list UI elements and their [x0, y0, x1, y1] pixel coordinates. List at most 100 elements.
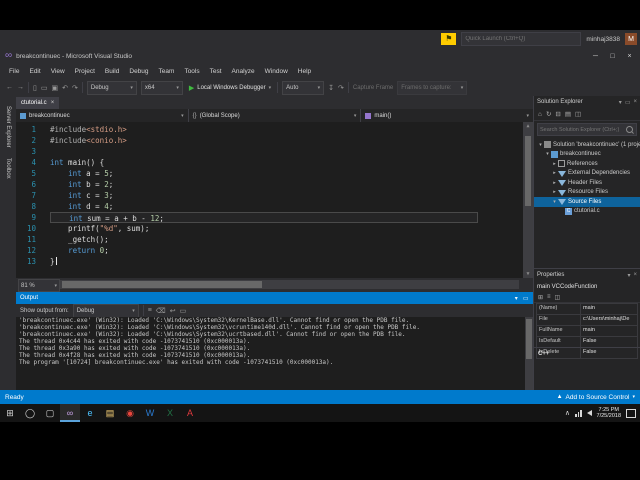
tree-item-external-dependencies[interactable]: ▸ External Dependencies: [534, 169, 640, 179]
tree-expander-icon[interactable]: ▸: [551, 161, 558, 167]
close-panel-icon[interactable]: ×: [633, 99, 637, 105]
add-to-source-control-button[interactable]: ▲ Add to Source Control ▾: [557, 394, 635, 401]
tree-expander-icon[interactable]: ▾: [537, 142, 544, 148]
task-view-icon[interactable]: ▢: [40, 404, 60, 422]
code-line[interactable]: int c = 3;: [50, 190, 521, 201]
open-file-icon[interactable]: ▭: [41, 84, 48, 92]
home-icon[interactable]: ⌂: [538, 111, 542, 118]
property-row[interactable]: (Name) main: [537, 304, 637, 315]
property-row[interactable]: FullName main: [537, 326, 637, 337]
output-source-dropdown[interactable]: Debug ▾: [72, 303, 139, 318]
tree-expander-icon[interactable]: ▾: [544, 151, 551, 157]
capture-frame-label[interactable]: Capture Frame: [353, 85, 393, 91]
menu-tools[interactable]: Tools: [179, 68, 204, 75]
code-line[interactable]: [50, 146, 521, 157]
scrollbar-thumb[interactable]: [525, 136, 531, 206]
redo-icon[interactable]: ↷: [72, 84, 78, 92]
action-center-icon[interactable]: [626, 408, 636, 418]
visual-studio-icon[interactable]: ∞: [60, 404, 80, 422]
find-message-icon[interactable]: ≡: [148, 307, 152, 314]
code-editor[interactable]: 1 2 3 4 5 6 7 8 9 10 11 12 13 #include<stdio.h> #incl…: [16, 122, 533, 278]
code-line[interactable]: int sum = a + b - 12;: [50, 212, 478, 223]
zoom-dropdown[interactable]: 81 % ▾: [18, 279, 60, 292]
property-row[interactable]: File c:\Users\minhaj\De: [537, 315, 637, 326]
edge-icon[interactable]: e: [80, 404, 100, 422]
tree-item-solution-breakcontinuec-1-project[interactable]: ▾ Solution 'breakcontinuec' (1 project): [534, 140, 640, 150]
menu-debug[interactable]: Debug: [124, 68, 153, 75]
server-explorer-tab[interactable]: Server Explorer: [5, 106, 11, 148]
solution-configurations-dropdown[interactable]: Debug ▾: [86, 80, 137, 95]
user-avatar[interactable]: M: [625, 33, 637, 45]
excel-icon[interactable]: X: [160, 404, 180, 422]
code-line[interactable]: #include<stdio.h>: [50, 124, 521, 135]
scroll-up-icon[interactable]: ▲: [523, 123, 533, 129]
menu-file[interactable]: File: [4, 68, 24, 75]
start-button[interactable]: ⊞: [0, 404, 20, 422]
auto-dropdown[interactable]: Auto ▾: [282, 80, 325, 95]
clear-all-icon[interactable]: ⌫: [156, 307, 166, 315]
code-area[interactable]: #include<stdio.h> #include<conio.h> int ma…: [50, 124, 521, 267]
signed-in-user[interactable]: minhaj3838: [586, 36, 620, 43]
property-value[interactable]: False: [581, 337, 637, 347]
step-into-icon[interactable]: ↧: [328, 84, 334, 92]
word-icon[interactable]: W: [140, 404, 160, 422]
cortana-icon[interactable]: ◯: [20, 404, 40, 422]
tree-item-resource-files[interactable]: ▸ Resource Files: [534, 188, 640, 198]
menu-team[interactable]: Team: [154, 68, 180, 75]
solution-explorer-header[interactable]: Solution Explorer ▾ ▭ ×: [534, 96, 640, 108]
maximize-button[interactable]: □: [604, 50, 621, 63]
close-panel-icon[interactable]: ×: [633, 272, 637, 278]
editor-vertical-scrollbar[interactable]: ▲ ▼: [523, 122, 533, 278]
navigate-back-icon[interactable]: ←: [6, 84, 13, 91]
tree-item-ctutorial-c[interactable]: Cctutorial.c: [534, 207, 640, 217]
code-line[interactable]: #include<conio.h>: [50, 135, 521, 146]
navigate-forward-icon[interactable]: →: [17, 84, 24, 91]
scroll-down-icon[interactable]: ▼: [523, 271, 533, 277]
window-position-icon[interactable]: ▾: [627, 272, 630, 279]
new-file-icon[interactable]: ▯: [33, 84, 37, 92]
property-value[interactable]: c:\Users\minhaj\De: [581, 315, 637, 325]
menu-project[interactable]: Project: [70, 68, 100, 75]
network-icon[interactable]: [575, 409, 582, 417]
close-button[interactable]: ×: [621, 50, 638, 63]
pin-icon[interactable]: ▭: [625, 99, 631, 106]
tree-item-header-files[interactable]: ▸ Header Files: [534, 178, 640, 188]
solution-search-box[interactable]: [537, 123, 637, 136]
solution-search-input[interactable]: [538, 126, 626, 133]
property-value[interactable]: main: [581, 304, 637, 314]
scope-dropdown[interactable]: {} (Global Scope) ▾: [189, 109, 362, 122]
property-value[interactable]: main: [581, 326, 637, 336]
properties-object[interactable]: main VCCodeFunction: [534, 281, 640, 292]
scrollbar-thumb[interactable]: [62, 281, 262, 288]
collapse-all-icon[interactable]: ⊟: [555, 110, 560, 118]
project-dropdown[interactable]: breakcontinuec ▾: [16, 109, 189, 122]
pin-icon[interactable]: ▭: [523, 295, 529, 302]
frames-to-capture-dropdown[interactable]: Frames to capture: ▾: [397, 80, 468, 95]
quick-launch-input[interactable]: [461, 32, 582, 46]
refresh-icon[interactable]: ↻: [546, 110, 551, 118]
tree-expander-icon[interactable]: ▸: [551, 180, 558, 186]
properties-icon[interactable]: ◫: [575, 110, 581, 118]
word-wrap-icon[interactable]: ↩: [170, 307, 176, 315]
output-panel-header[interactable]: Output ▾ ▭ ×: [16, 292, 541, 304]
menu-edit[interactable]: Edit: [24, 68, 45, 75]
file-explorer-icon[interactable]: ▤: [100, 404, 120, 422]
alphabetical-icon[interactable]: ≡: [547, 294, 551, 300]
volume-icon[interactable]: [586, 410, 592, 416]
code-line[interactable]: _getch();: [50, 234, 521, 245]
hidden-icons-arrow-icon[interactable]: ∧: [565, 409, 570, 417]
menu-help[interactable]: Help: [293, 68, 316, 75]
tree-item-breakcontinuec[interactable]: ▾ breakcontinuec: [534, 150, 640, 160]
tree-expander-icon[interactable]: ▸: [551, 170, 558, 176]
undo-icon[interactable]: ↶: [62, 84, 68, 92]
close-tab-icon[interactable]: ×: [51, 100, 55, 106]
code-line[interactable]: int a = 5;: [50, 168, 521, 179]
notifications-flag-icon[interactable]: ⚑: [441, 33, 457, 45]
tab-ctutorial[interactable]: ctutorial.c ×: [16, 97, 60, 109]
scrollbar-thumb[interactable]: [526, 319, 532, 359]
solution-platforms-dropdown[interactable]: x64 ▾: [140, 80, 183, 95]
menu-view[interactable]: View: [46, 68, 70, 75]
window-position-icon[interactable]: ▾: [619, 99, 622, 106]
editor-horizontal-scrollbar[interactable]: [60, 280, 519, 289]
menu-test[interactable]: Test: [205, 68, 227, 75]
